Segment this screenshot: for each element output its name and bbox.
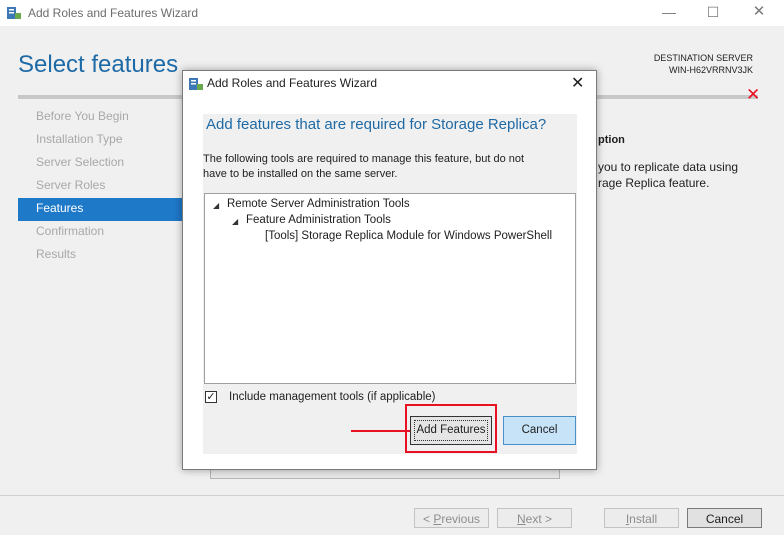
dialog-cancel-button[interactable]: Cancel — [503, 416, 576, 445]
dialog-description: The following tools are required to mana… — [203, 153, 525, 165]
tree-item-storage-replica-module[interactable]: [Tools] Storage Replica Module for Windo… — [265, 230, 552, 242]
maximize-icon: ☐ — [706, 4, 720, 20]
destination-server-label: DESTINATION SERVER — [653, 53, 753, 63]
next-button[interactable]: Next > — [497, 508, 572, 528]
description-text: rage Replica feature. — [598, 176, 710, 190]
red-x-icon[interactable]: ✕ — [746, 85, 760, 105]
expand-triangle-icon[interactable]: ◢ — [213, 201, 219, 210]
previous-button-prefix: < — [422, 512, 434, 526]
destination-server-name: WIN-H62VRRNV3JK — [668, 65, 753, 75]
step-before-you-begin[interactable]: Before You Begin — [18, 106, 182, 129]
step-server-roles[interactable]: Server Roles — [18, 175, 182, 198]
wizard-steps-nav: Before You Begin Installation Type Serve… — [18, 106, 182, 267]
server-manager-icon — [7, 7, 21, 19]
dialog-heading: Add features that are required for Stora… — [206, 116, 547, 133]
next-button-label: ext > — [525, 512, 553, 526]
step-features[interactable]: Features — [18, 198, 182, 221]
window-titlebar: Add Roles and Features Wizard — ☐ ✕ — [0, 0, 784, 26]
dialog-body: Add features that are required for Stora… — [203, 114, 577, 454]
install-button-label: nstall — [629, 512, 658, 526]
close-icon: ✕ — [752, 3, 766, 20]
dialog-close-icon[interactable]: ✕ — [571, 73, 584, 93]
add-features-button[interactable]: Add Features — [410, 416, 492, 445]
window-title: Add Roles and Features Wizard — [28, 6, 199, 20]
minimize-icon: — — [662, 4, 676, 20]
expand-triangle-icon[interactable]: ◢ — [232, 217, 238, 226]
minimize-button[interactable]: — — [646, 0, 692, 26]
page-title: Select features — [18, 51, 179, 78]
include-management-tools-checkbox[interactable]: ✓ — [205, 391, 217, 403]
install-button[interactable]: Install — [604, 508, 679, 528]
description-text: you to replicate data using — [598, 160, 739, 174]
dialog-description: have to be installed on the same server. — [203, 168, 398, 180]
required-features-dialog: Add Roles and Features Wizard ✕ Add feat… — [182, 70, 597, 470]
tree-item-rsat[interactable]: Remote Server Administration Tools — [227, 198, 410, 210]
step-results[interactable]: Results — [18, 244, 182, 267]
server-manager-icon — [189, 78, 203, 90]
step-confirmation[interactable]: Confirmation — [18, 221, 182, 244]
dialog-titlebar: Add Roles and Features Wizard ✕ — [183, 71, 596, 97]
focus-rectangle — [414, 420, 488, 441]
maximize-button[interactable]: ☐ — [690, 0, 736, 26]
wizard-cancel-button[interactable]: Cancel — [687, 508, 762, 528]
tree-item-feature-admin-tools[interactable]: Feature Administration Tools — [246, 214, 391, 226]
step-installation-type[interactable]: Installation Type — [18, 129, 182, 152]
previous-button-label: revious — [441, 512, 481, 526]
next-button-hotkey: N — [516, 512, 526, 526]
close-button[interactable]: ✕ — [736, 0, 782, 26]
step-server-selection[interactable]: Server Selection — [18, 152, 182, 175]
features-list-scrollbar[interactable] — [210, 470, 560, 479]
previous-button[interactable]: < Previous — [414, 508, 489, 528]
include-management-tools-label: Include management tools (if applicable) — [229, 391, 436, 403]
required-features-tree[interactable]: ◢ Remote Server Administration Tools ◢ F… — [204, 193, 576, 384]
description-heading: ption — [598, 134, 625, 146]
dialog-title: Add Roles and Features Wizard — [207, 76, 378, 90]
